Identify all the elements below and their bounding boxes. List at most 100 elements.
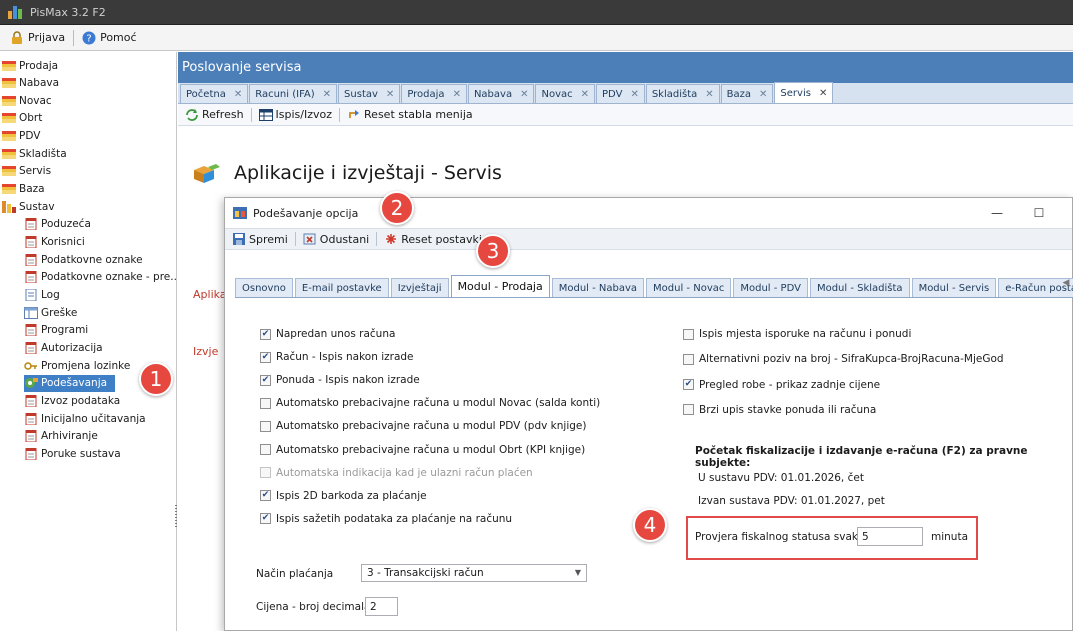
save-button[interactable]: Spremi <box>229 233 291 246</box>
tree-item-label: Podatkovne oznake <box>41 253 143 266</box>
tree-item-sustav[interactable]: Sustav <box>2 198 55 215</box>
document-icon <box>24 270 38 284</box>
document-icon <box>24 412 38 425</box>
tree-item-log[interactable]: Log <box>24 286 60 303</box>
tab-label: Prodaja <box>407 88 445 100</box>
prodaja-option-2[interactable]: ✔ Ponuda - Ispis nakon izrade <box>260 374 420 386</box>
tab-0[interactable]: Početna ✕ <box>180 84 249 103</box>
tab-4[interactable]: Nabava ✕ <box>467 84 535 103</box>
close-icon[interactable]: ✕ <box>453 89 461 100</box>
dialog-toolbar: Spremi Odustani Reset postavki <box>225 228 1072 250</box>
cancel-button[interactable]: Odustani <box>300 233 372 246</box>
tree-item-poduzeća[interactable]: Poduzeća <box>24 216 91 233</box>
tree-item-label: Podešavanja <box>41 377 108 390</box>
tree-item-obrt[interactable]: Obrt <box>2 110 42 127</box>
chevron-down-icon: ▼ <box>574 568 581 577</box>
prodaja-option-1[interactable]: ✔ Račun - Ispis nakon izrade <box>260 351 414 363</box>
checkbox-checked-icon: ✔ <box>260 351 271 363</box>
options-tab-2[interactable]: Izvještaji <box>390 278 449 297</box>
tab-8[interactable]: Baza ✕ <box>720 84 774 103</box>
tab-2[interactable]: Sustav ✕ <box>338 84 401 103</box>
background-link-apps[interactable]: Aplika <box>193 288 227 301</box>
close-icon[interactable]: ✕ <box>234 89 242 100</box>
tree-item-izvoz-podataka[interactable]: Izvoz podataka <box>24 392 120 409</box>
tree-item-podešavanja[interactable]: Podešavanja <box>24 374 116 392</box>
tree-item-servis[interactable]: Servis <box>2 163 51 180</box>
tree-item-autorizacija[interactable]: Autorizacija <box>24 339 103 356</box>
splitter-grip[interactable] <box>175 505 177 529</box>
minimize-button[interactable]: — <box>977 198 1017 228</box>
options-tab-0[interactable]: Osnovno <box>235 278 293 297</box>
decimals-input[interactable]: 2 <box>365 597 398 616</box>
prodaja-right-option-1[interactable]: Alternativni poziv na broj - SifraKupca-… <box>683 353 1004 365</box>
prodaja-right-option-3[interactable]: Brzi upis stavke ponuda ili računa <box>683 404 876 416</box>
applications-icon <box>194 164 220 183</box>
tree-item-baza[interactable]: Baza <box>2 181 45 198</box>
tree-item-greške[interactable]: Greške <box>24 304 77 321</box>
prodaja-option-3[interactable]: Automatsko prebacivajne računa u modul N… <box>260 397 600 409</box>
tree-item-label: Sustav <box>19 200 55 213</box>
login-menu[interactable]: Prijava <box>6 28 69 48</box>
close-icon[interactable]: ✕ <box>705 89 713 100</box>
tree-item-programi[interactable]: Programi <box>24 322 88 339</box>
key-icon <box>24 360 38 372</box>
options-tab-3[interactable]: Modul - Prodaja <box>450 275 550 297</box>
tree-item-novac[interactable]: Novac <box>2 92 52 109</box>
tab-7[interactable]: Skladišta ✕ <box>645 84 720 103</box>
tab-3[interactable]: Prodaja ✕ <box>401 84 467 103</box>
help-menu-label: Pomoć <box>100 31 137 44</box>
prodaja-option-7[interactable]: ✔ Ispis 2D barkoda za plaćanje <box>260 490 427 502</box>
options-tab-6[interactable]: Modul - PDV <box>733 278 808 297</box>
prodaja-option-8[interactable]: ✔ Ispis sažetih podataka za plaćanje na r… <box>260 513 512 525</box>
close-icon[interactable]: ✕ <box>581 89 589 100</box>
tab-1[interactable]: Racuni (IFA) ✕ <box>249 84 338 103</box>
tab-5[interactable]: Novac ✕ <box>535 84 596 103</box>
options-tab-7[interactable]: Modul - Skladišta <box>809 278 910 297</box>
prodaja-option-0[interactable]: ✔ Napredan unos računa <box>260 328 395 340</box>
tree-item-skladišta[interactable]: Skladišta <box>2 145 67 162</box>
tree-item-label: Promjena lozinke <box>41 359 131 372</box>
close-icon[interactable]: ✕ <box>630 89 638 100</box>
close-icon[interactable]: ✕ <box>819 88 827 99</box>
login-menu-label: Prijava <box>28 31 66 44</box>
close-icon[interactable]: ✕ <box>759 89 767 100</box>
tree-item-korisnici[interactable]: Korisnici <box>24 234 85 251</box>
close-icon[interactable]: ✕ <box>323 89 331 100</box>
tab-9[interactable]: Servis ✕ <box>774 82 834 103</box>
payment-method-select[interactable]: 3 - Transakcijski račun ▼ <box>361 564 587 582</box>
tree-item-pdv[interactable]: PDV <box>2 128 40 145</box>
options-tab-5[interactable]: Modul - Novac <box>646 278 732 297</box>
maximize-button[interactable]: ☐ <box>1019 198 1059 228</box>
document-icon <box>24 253 38 267</box>
tree-item-promjena-lozinke[interactable]: Promjena lozinke <box>24 357 130 374</box>
reset-tree-button[interactable]: Reset stabla menija <box>344 108 476 121</box>
options-tab-4[interactable]: Modul - Nabava <box>551 278 645 297</box>
close-icon[interactable]: ✕ <box>386 89 394 100</box>
print-export-button[interactable]: Ispis/Izvoz <box>256 108 335 121</box>
tree-item-label: Skladišta <box>19 147 67 160</box>
tree-item-poruke-sustava[interactable]: Poruke sustava <box>24 445 121 462</box>
fiscal-check-input[interactable]: 5 <box>857 527 923 546</box>
prodaja-right-option-2[interactable]: ✔ Pregled robe - prikaz zadnje cijene <box>683 379 880 391</box>
prodaja-option-5[interactable]: Automatsko prebacivajne računa u modul O… <box>260 444 585 456</box>
help-menu[interactable]: ? Pomoć <box>78 28 140 48</box>
refresh-button[interactable]: Refresh <box>182 108 247 121</box>
options-tab-8[interactable]: Modul - Servis <box>911 278 997 297</box>
options-tab-1[interactable]: E-mail postavke <box>294 278 389 297</box>
tab-6[interactable]: PDV ✕ <box>596 84 645 103</box>
prodaja-right-option-0[interactable]: Ispis mjesta isporuke na računu i ponudi <box>683 328 911 340</box>
tree-item-nabava[interactable]: Nabava <box>2 75 59 92</box>
navigation-tree: Prodaja Nabava Novac Obrt PDV Skladišta Servis… <box>0 52 180 631</box>
annotation-badge-2: 2 <box>380 191 414 225</box>
tree-item-podatkovne-oznake[interactable]: Podatkovne oznake <box>24 251 143 268</box>
reset-settings-button[interactable]: Reset postavki <box>381 233 485 246</box>
tab-scroll-left-icon[interactable]: ◀ <box>1060 278 1072 296</box>
close-icon[interactable]: ✕ <box>520 89 528 100</box>
tree-item-arhiviranje[interactable]: Arhiviranje <box>24 428 98 445</box>
tree-item-podatkovne-oznake-pre[interactable]: Podatkovne oznake - pre... <box>24 269 180 286</box>
prodaja-option-4[interactable]: Automatsko prebacivajne računa u modul P… <box>260 420 586 432</box>
background-link-reports[interactable]: Izvje <box>193 345 218 358</box>
tree-item-inicijalno-učitavanja[interactable]: Inicijalno učitavanja <box>24 410 146 427</box>
reset-tree-label: Reset stabla menija <box>364 108 473 121</box>
tree-item-prodaja[interactable]: Prodaja <box>2 57 58 74</box>
